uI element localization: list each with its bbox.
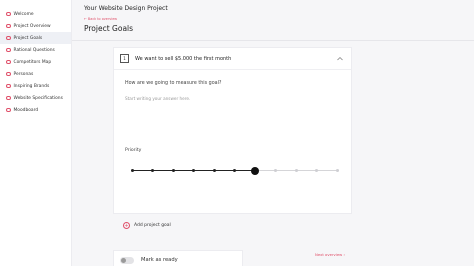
project-title: Your Website Design Project: [84, 5, 168, 12]
circle-icon: [6, 95, 11, 101]
slider-tick[interactable]: [130, 169, 134, 172]
sidebar-item-inspiring-brands[interactable]: Inspiring Brands: [0, 80, 71, 92]
plus-icon: +: [123, 222, 130, 229]
goal-number: 1: [120, 54, 129, 63]
circle-icon: [6, 59, 11, 65]
sidebar-item-website-specifications[interactable]: Website Specifications: [0, 92, 71, 104]
sidebar-item-label: Competitors Map: [13, 59, 52, 65]
sidebar-item-label: Project Overview: [13, 23, 51, 29]
slider-tick[interactable]: [315, 169, 318, 172]
priority-slider[interactable]: [130, 166, 339, 176]
sidebar-item-label: Website Specifications: [13, 95, 63, 101]
add-project-goal-label: Add project goal: [134, 223, 171, 228]
sidebar-item-label: Inspiring Brands: [13, 83, 50, 89]
sidebar-item-competitors-map[interactable]: Competitors Map: [0, 56, 71, 68]
page-title: Project Goals: [84, 24, 134, 33]
slider-tick[interactable]: [212, 169, 216, 172]
goal-card: 1 We want to sell $5.000 the first month…: [113, 47, 352, 214]
sidebar-item-moodboard[interactable]: Moodboard: [0, 104, 71, 116]
circle-icon: [6, 11, 11, 17]
goal-header[interactable]: 1 We want to sell $5.000 the first month: [114, 48, 351, 70]
slider-tick[interactable]: [294, 169, 298, 172]
answer-input[interactable]: Start writing your answer here.: [125, 96, 190, 101]
sidebar-item-project-overview[interactable]: Project Overview: [0, 20, 71, 32]
circle-icon: [6, 107, 11, 113]
sidebar-item-rational-questions[interactable]: Rational Questions: [0, 44, 71, 56]
sidebar: Welcome Project Overview Project Goals R…: [0, 0, 72, 266]
priority-label: Priority: [125, 148, 142, 153]
header-divider: [72, 40, 474, 41]
sidebar-item-personas[interactable]: Personas: [0, 68, 71, 80]
sidebar-item-project-goals[interactable]: Project Goals: [0, 32, 71, 44]
goal-question: How are we going to measure this goal?: [125, 81, 222, 86]
slider-tick[interactable]: [233, 169, 236, 172]
slider-tick[interactable]: [171, 169, 175, 172]
circle-icon: [6, 71, 11, 77]
sidebar-item-welcome[interactable]: Welcome: [0, 8, 71, 20]
slider-tick[interactable]: [151, 169, 154, 172]
circle-icon: [6, 23, 11, 29]
mark-as-ready-toggle[interactable]: [120, 257, 134, 264]
back-to-overview-link[interactable]: ← Back to overview: [84, 17, 117, 21]
add-project-goal-button[interactable]: + Add project goal: [123, 222, 171, 229]
mark-as-ready-box: Mark as ready: [113, 250, 243, 266]
slider-thumb[interactable]: [251, 166, 259, 175]
sidebar-item-label: Moodboard: [13, 107, 39, 113]
circle-icon: [6, 83, 11, 89]
slider-tick[interactable]: [274, 169, 277, 172]
sidebar-item-label: Rational Questions: [13, 47, 55, 53]
slider-tick[interactable]: [192, 169, 195, 172]
next-overview-link[interactable]: Next overview ›: [315, 252, 345, 257]
circle-icon: [6, 35, 11, 41]
sidebar-item-label: Welcome: [13, 11, 34, 17]
toggle-knob: [121, 258, 126, 263]
circle-icon: [6, 47, 11, 53]
goal-title: We want to sell $5.000 the first month: [135, 56, 232, 62]
slider-tick[interactable]: [335, 169, 339, 172]
chevron-up-icon[interactable]: [337, 56, 343, 61]
sidebar-item-label: Personas: [13, 71, 34, 77]
sidebar-item-label: Project Goals: [13, 35, 43, 41]
mark-as-ready-label: Mark as ready: [141, 257, 178, 263]
